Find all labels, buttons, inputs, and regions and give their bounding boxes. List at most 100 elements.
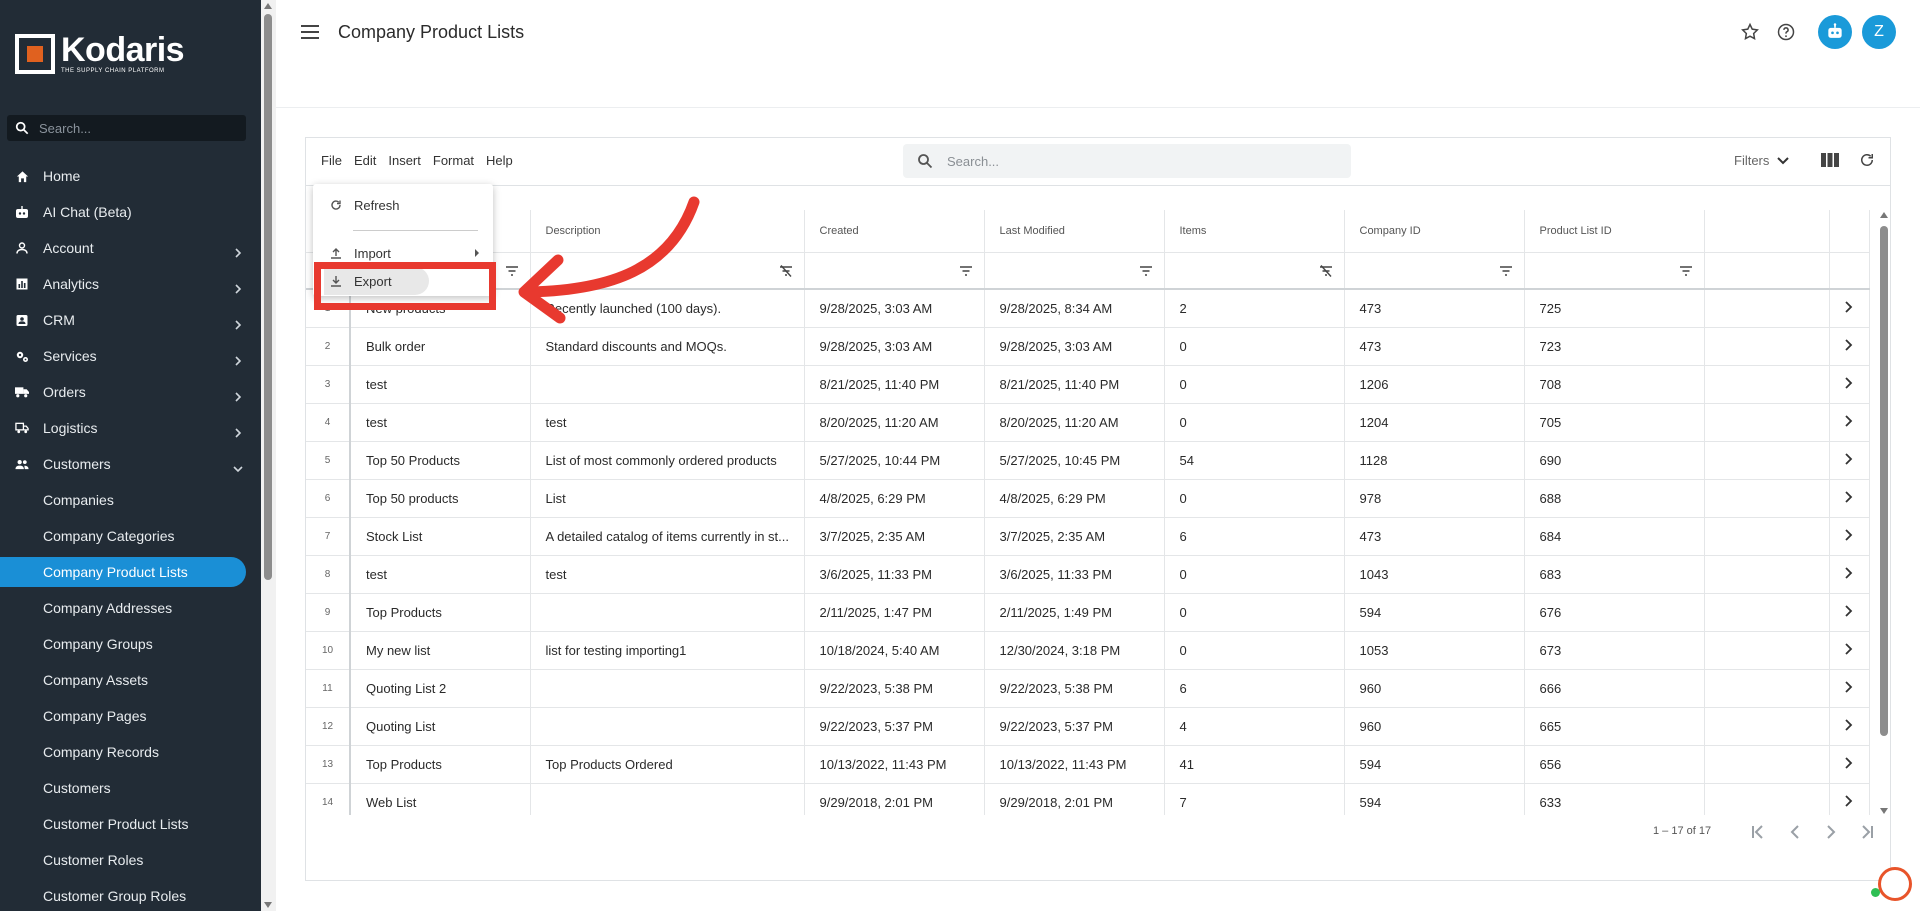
cell-company-id[interactable]: 1128 — [1344, 441, 1525, 480]
cell-items[interactable]: 41 — [1164, 745, 1345, 784]
cell-items[interactable]: 0 — [1164, 479, 1345, 518]
sidebar-item-account[interactable]: Account — [0, 230, 261, 266]
cell-items[interactable]: 0 — [1164, 365, 1345, 404]
cell-description[interactable] — [530, 783, 805, 815]
row-open-button[interactable] — [1828, 707, 1870, 746]
cell-name[interactable]: Quoting List 2 — [350, 669, 531, 708]
cell-company-id[interactable]: 1204 — [1344, 403, 1525, 442]
table-row[interactable]: 8 test test 3/6/2025, 11:33 PM 3/6/2025, 11:… — [306, 555, 1870, 594]
column-header-items[interactable]: Items — [1164, 210, 1345, 253]
cell-created[interactable]: 3/6/2025, 11:33 PM — [804, 555, 985, 594]
filter-cell-items[interactable] — [1164, 252, 1345, 290]
cell-product-list-id[interactable]: 665 — [1524, 707, 1705, 746]
cell-product-list-id[interactable]: 666 — [1524, 669, 1705, 708]
refresh-icon[interactable] — [1858, 151, 1876, 169]
columns-icon[interactable] — [1821, 152, 1839, 168]
row-open-button[interactable] — [1828, 441, 1870, 480]
filters-dropdown[interactable]: Filters — [1734, 153, 1790, 168]
cell-company-id[interactable]: 960 — [1344, 707, 1525, 746]
table-row[interactable]: 5 Top 50 Products List of most commonly or… — [306, 441, 1870, 480]
user-avatar[interactable]: Z — [1862, 15, 1896, 49]
row-number[interactable]: 12 — [306, 707, 351, 746]
row-open-button[interactable] — [1828, 327, 1870, 366]
cell-company-id[interactable]: 594 — [1344, 593, 1525, 632]
cell-created[interactable]: 8/20/2025, 11:20 AM — [804, 403, 985, 442]
cell-last-modified[interactable]: 9/22/2023, 5:38 PM — [984, 669, 1165, 708]
table-row[interactable]: 11 Quoting List 2 9/22/2023, 5:38 PM 9/22/2… — [306, 669, 1870, 708]
sidebar-item-orders[interactable]: Orders — [0, 374, 261, 410]
cell-name[interactable]: Stock List — [350, 517, 531, 556]
cell-name[interactable]: My new list — [350, 631, 531, 670]
table-row[interactable]: 13 Top Products Top Products Ordered 10/13/… — [306, 745, 1870, 784]
row-open-button[interactable] — [1828, 403, 1870, 442]
filter-off-icon[interactable] — [1319, 264, 1332, 277]
cell-last-modified[interactable]: 4/8/2025, 6:29 PM — [984, 479, 1165, 518]
row-number[interactable]: 6 — [306, 479, 351, 518]
column-header-product-list-id[interactable]: Product List ID — [1524, 210, 1705, 253]
cell-product-list-id[interactable]: 708 — [1524, 365, 1705, 404]
cell-last-modified[interactable]: 5/27/2025, 10:45 PM — [984, 441, 1165, 480]
support-chat-icon[interactable] — [1878, 867, 1912, 901]
filter-cell-last-modified[interactable] — [984, 252, 1165, 290]
hamburger-menu-icon[interactable] — [301, 25, 319, 39]
cell-created[interactable]: 2/11/2025, 1:47 PM — [804, 593, 985, 632]
row-number[interactable]: 5 — [306, 441, 351, 480]
row-open-button[interactable] — [1828, 631, 1870, 670]
table-row[interactable]: 7 Stock List A detailed catalog of items c… — [306, 517, 1870, 556]
cell-description[interactable]: list for testing importing1 — [530, 631, 805, 670]
row-open-button[interactable] — [1828, 669, 1870, 708]
row-open-button[interactable] — [1828, 517, 1870, 556]
sidebar-subitem-company-assets[interactable]: Company Assets — [0, 662, 261, 698]
menu-format[interactable]: Format — [433, 153, 474, 168]
sidebar-subitem-company-addresses[interactable]: Company Addresses — [0, 590, 261, 626]
sidebar-search[interactable] — [7, 115, 246, 141]
cell-created[interactable]: 8/21/2025, 11:40 PM — [804, 365, 985, 404]
row-open-button[interactable] — [1828, 783, 1870, 815]
cell-last-modified[interactable]: 9/28/2025, 8:34 AM — [984, 289, 1165, 328]
row-number[interactable]: 4 — [306, 403, 351, 442]
column-header-created[interactable]: Created — [804, 210, 985, 253]
row-number[interactable]: 11 — [306, 669, 351, 708]
table-row[interactable]: 3 test 8/21/2025, 11:40 PM 8/21/2025, 11:40… — [306, 365, 1870, 404]
cell-description[interactable]: Top Products Ordered — [530, 745, 805, 784]
cell-name[interactable]: Web List — [350, 783, 531, 815]
row-number[interactable]: 13 — [306, 745, 351, 784]
cell-product-list-id[interactable]: 705 — [1524, 403, 1705, 442]
filter-icon[interactable] — [1679, 265, 1692, 277]
sidebar-item-home[interactable]: Home — [0, 158, 261, 194]
sidebar-subitem-company-pages[interactable]: Company Pages — [0, 698, 261, 734]
row-number[interactable]: 7 — [306, 517, 351, 556]
filter-off-icon[interactable] — [779, 264, 792, 277]
cell-items[interactable]: 54 — [1164, 441, 1345, 480]
cell-created[interactable]: 10/18/2024, 5:40 AM — [804, 631, 985, 670]
row-open-button[interactable] — [1828, 745, 1870, 784]
cell-name[interactable]: Top Products — [350, 593, 531, 632]
cell-created[interactable]: 4/8/2025, 6:29 PM — [804, 479, 985, 518]
sidebar-subitem-company-records[interactable]: Company Records — [0, 734, 261, 770]
cell-name[interactable]: Top Products — [350, 745, 531, 784]
cell-company-id[interactable]: 594 — [1344, 783, 1525, 815]
filter-icon[interactable] — [959, 265, 972, 277]
sidebar-subitem-customer-roles[interactable]: Customer Roles — [0, 842, 261, 878]
row-number[interactable]: 10 — [306, 631, 351, 670]
table-row[interactable]: 14 Web List 9/29/2018, 2:01 PM 9/29/2018, 2… — [306, 783, 1870, 815]
row-number[interactable]: 8 — [306, 555, 351, 594]
table-row[interactable]: 4 test test 8/20/2025, 11:20 AM 8/20/2025, 1… — [306, 403, 1870, 442]
cell-description[interactable]: test — [530, 403, 805, 442]
filter-cell-created[interactable] — [804, 252, 985, 290]
cell-company-id[interactable]: 473 — [1344, 517, 1525, 556]
table-row[interactable]: 10 My new list list for testing importing1… — [306, 631, 1870, 670]
table-row[interactable]: 12 Quoting List 9/22/2023, 5:37 PM 9/22/202… — [306, 707, 1870, 746]
cell-name[interactable]: test — [350, 365, 531, 404]
row-open-button[interactable] — [1828, 289, 1870, 328]
cell-company-id[interactable]: 978 — [1344, 479, 1525, 518]
sidebar-scroll-thumb[interactable] — [264, 14, 272, 580]
menu-file[interactable]: File — [321, 153, 342, 168]
cell-created[interactable]: 9/22/2023, 5:38 PM — [804, 669, 985, 708]
cell-product-list-id[interactable]: 633 — [1524, 783, 1705, 815]
cell-created[interactable]: 9/22/2023, 5:37 PM — [804, 707, 985, 746]
cell-name[interactable]: Top 50 Products — [350, 441, 531, 480]
cell-last-modified[interactable]: 8/21/2025, 11:40 PM — [984, 365, 1165, 404]
row-number[interactable]: 2 — [306, 327, 351, 366]
cell-last-modified[interactable]: 9/29/2018, 2:01 PM — [984, 783, 1165, 815]
